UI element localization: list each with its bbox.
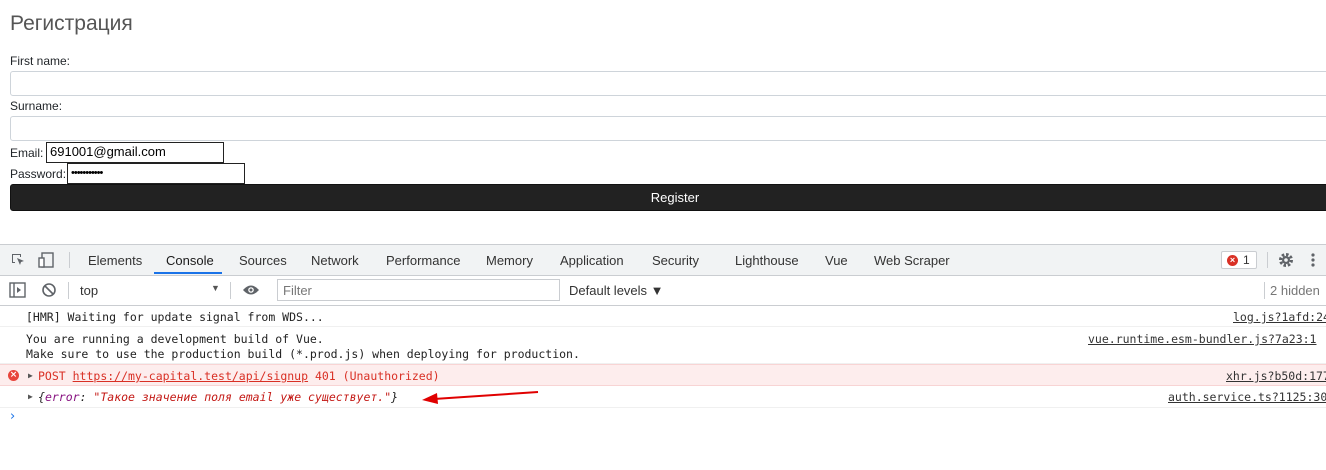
first-name-label: First name: bbox=[10, 54, 71, 68]
show-sidebar-icon[interactable] bbox=[9, 282, 26, 298]
source-link[interactable]: auth.service.ts?1125:30 bbox=[1168, 390, 1326, 404]
expand-triangle-icon[interactable]: ▶ bbox=[28, 371, 33, 380]
tab-separator bbox=[69, 252, 70, 268]
logged-object[interactable]: {error: "Такое значение поля email уже с… bbox=[38, 390, 398, 404]
filter-separator bbox=[68, 282, 69, 299]
live-expression-eye-icon[interactable] bbox=[242, 283, 259, 299]
tab-vue[interactable]: Vue bbox=[825, 245, 848, 275]
first-name-input[interactable] bbox=[10, 71, 1326, 96]
settings-gear-icon[interactable] bbox=[1278, 252, 1294, 268]
register-button[interactable]: Register bbox=[10, 184, 1326, 211]
email-input[interactable]: 691001@gmail.com bbox=[46, 142, 224, 163]
tab-console[interactable]: Console bbox=[166, 245, 214, 275]
console-message-text: Make sure to use the production build (*… bbox=[26, 347, 580, 361]
object-key: error bbox=[44, 390, 80, 404]
filter-separator bbox=[230, 282, 231, 299]
password-input[interactable]: ••••••••••• bbox=[67, 163, 245, 184]
expand-triangle-icon[interactable]: ▶ bbox=[28, 392, 33, 401]
source-link[interactable]: vue.runtime.esm-bundler.js?7a23:1 bbox=[1088, 332, 1316, 346]
source-link[interactable]: log.js?1afd:24 bbox=[1233, 310, 1326, 324]
page-title: Регистрация bbox=[10, 12, 133, 35]
request-status: 401 (Unauthorized) bbox=[308, 369, 440, 383]
source-link[interactable]: xhr.js?b50d:177 bbox=[1226, 369, 1326, 383]
tab-web-scraper[interactable]: Web Scraper bbox=[874, 245, 950, 275]
object-open-brace: { bbox=[38, 390, 45, 404]
object-value: "Такое значение поля email уже существуе… bbox=[93, 390, 392, 404]
console-message-text: [HMR] Waiting for update signal from WDS… bbox=[26, 310, 324, 324]
annotation-arrow-icon bbox=[422, 391, 539, 404]
error-count-badge[interactable]: × 1 bbox=[1221, 251, 1257, 269]
tab-sources[interactable]: Sources bbox=[239, 245, 287, 275]
console-message-text: You are running a development build of V… bbox=[26, 332, 324, 346]
console-message: You are running a development build of V… bbox=[0, 327, 1326, 364]
email-label: Email: bbox=[10, 146, 44, 160]
object-close-brace: } bbox=[391, 390, 399, 404]
surname-label: Surname: bbox=[10, 99, 63, 113]
more-options-icon[interactable] bbox=[1310, 252, 1326, 268]
log-levels-dropdown[interactable]: Default levels ▼ bbox=[569, 283, 664, 298]
tab-application[interactable]: Application bbox=[560, 245, 624, 275]
device-toolbar-icon[interactable] bbox=[38, 252, 54, 268]
tab-separator bbox=[1267, 252, 1268, 268]
active-tab-indicator bbox=[154, 272, 222, 274]
clear-console-icon[interactable] bbox=[41, 282, 57, 298]
tab-elements[interactable]: Elements bbox=[88, 245, 142, 275]
console-filter-input[interactable] bbox=[277, 279, 560, 301]
console-filter-bar: top ▼ Default levels ▼ 2 hidden bbox=[0, 276, 1326, 306]
object-colon: : bbox=[79, 390, 94, 404]
console-prompt-chevron-icon[interactable]: › bbox=[10, 409, 15, 424]
devtools-tab-bar: Elements Console Sources Network Perform… bbox=[0, 245, 1326, 276]
console-error-message: × ▶ POST https://my-capital.test/api/sig… bbox=[0, 364, 1326, 386]
surname-input[interactable] bbox=[10, 116, 1326, 141]
tab-network[interactable]: Network bbox=[311, 245, 359, 275]
request-url-link[interactable]: https://my-capital.test/api/signup bbox=[73, 369, 308, 383]
console-error-text: POST https://my-capital.test/api/signup … bbox=[38, 369, 440, 383]
tab-performance[interactable]: Performance bbox=[386, 245, 460, 275]
console-message: ▶ {error: "Такое значение поля email уже… bbox=[0, 386, 1326, 408]
request-method: POST bbox=[38, 369, 73, 383]
error-dot-icon: × bbox=[1227, 255, 1238, 266]
password-label: Password: bbox=[10, 167, 67, 181]
tab-lighthouse[interactable]: Lighthouse bbox=[735, 245, 799, 275]
filter-separator bbox=[1264, 282, 1265, 299]
error-icon: × bbox=[8, 370, 19, 381]
context-select[interactable]: top bbox=[80, 283, 98, 298]
inspect-element-icon[interactable] bbox=[10, 252, 26, 268]
console-message: [HMR] Waiting for update signal from WDS… bbox=[0, 306, 1326, 327]
context-dropdown-icon[interactable]: ▼ bbox=[211, 283, 220, 293]
tab-security[interactable]: Security bbox=[652, 245, 699, 275]
hidden-messages-count: 2 hidden bbox=[1270, 283, 1320, 298]
tab-memory[interactable]: Memory bbox=[486, 245, 533, 275]
error-count: 1 bbox=[1243, 253, 1250, 267]
